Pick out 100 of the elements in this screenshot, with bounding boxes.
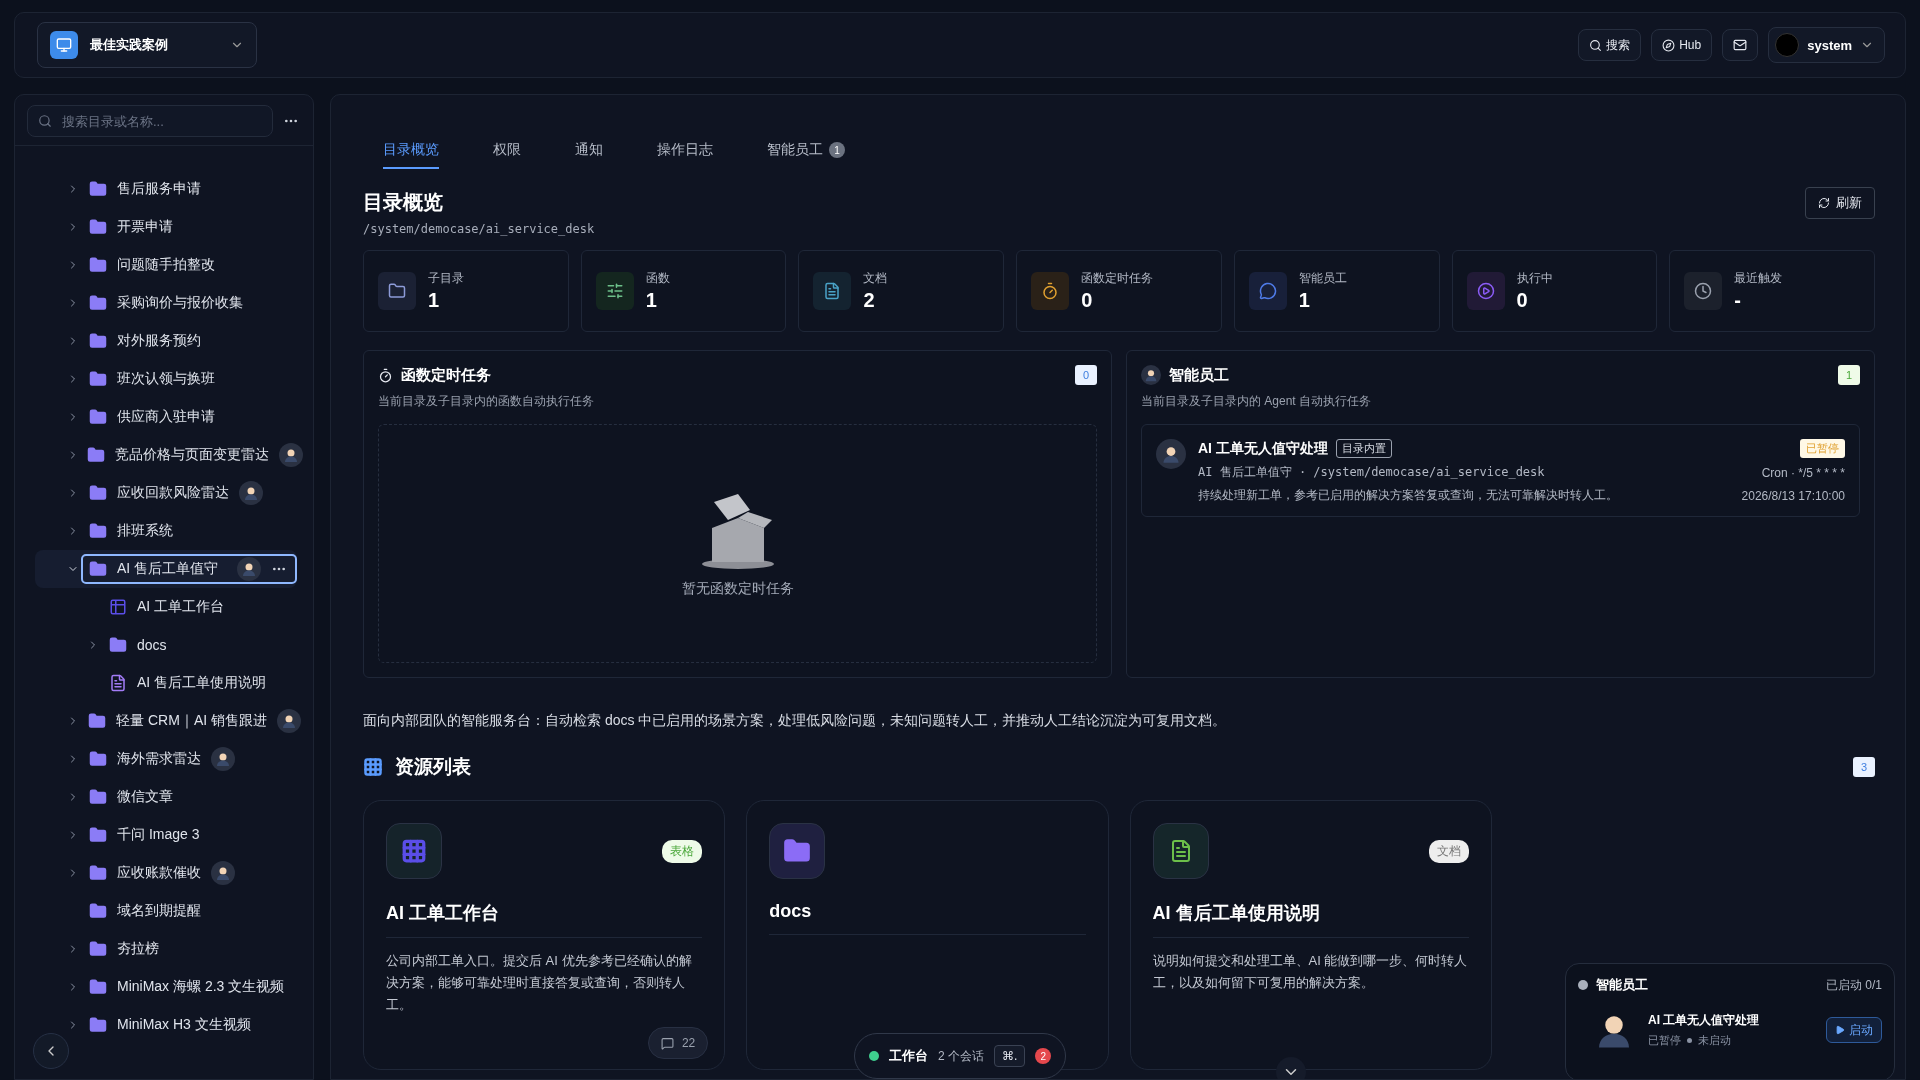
tree-item[interactable]: 售后服务申请: [81, 174, 211, 204]
workbench-dock[interactable]: 工作台 2 个会话 ⌘. 2: [854, 1033, 1067, 1079]
resource-card[interactable]: 表格 AI 工单工作台 公司内部工单入口。提交后 AI 优先参考已经确认的解决方案，能够可靠处理时直接答复或查询，否则转人工。 22: [363, 800, 726, 1070]
tree-row[interactable]: 海外需求雷达: [35, 740, 311, 778]
tree-item[interactable]: 域名到期提醒: [81, 896, 211, 926]
clock-icon: [1694, 282, 1713, 300]
tree-row[interactable]: 班次认领与换班: [35, 360, 311, 398]
count-badge: 0: [1075, 365, 1097, 385]
tree-row[interactable]: 应收回款风险雷达: [35, 474, 311, 512]
tree-row[interactable]: MiniMax H3 文生视频: [35, 1006, 311, 1044]
tab[interactable]: 智能员工 1: [767, 141, 845, 169]
selected-tree-row[interactable]: AI 售后工单值守: [35, 550, 297, 588]
cron-schedule: Cron · */5 * * * *: [1761, 465, 1845, 480]
tree-row[interactable]: 千问 Image 3: [35, 816, 311, 854]
collapse-button[interactable]: [33, 1033, 69, 1069]
status-dot: [869, 1051, 879, 1061]
tree-row[interactable]: 开票申请: [35, 208, 311, 246]
status-dot: [1687, 1038, 1692, 1043]
tree-row[interactable]: MiniMax 海螺 2.3 文生视频: [35, 968, 311, 1006]
start-button[interactable]: 启动: [1826, 1017, 1882, 1043]
folder-icon: [89, 560, 107, 578]
tree-item[interactable]: 夯拉榜: [81, 934, 169, 964]
play-icon: [1835, 1025, 1845, 1035]
tab[interactable]: 通知: [575, 141, 603, 169]
stat-label: 智能员工: [1298, 270, 1347, 287]
monitor-icon: [56, 37, 72, 53]
stat-value: 1: [428, 289, 441, 312]
tree-item[interactable]: 排班系统: [81, 516, 183, 546]
started-count: 已启动 0/1: [1826, 976, 1882, 994]
tree-row[interactable]: 供应商入驻申请: [35, 398, 311, 436]
mail-button[interactable]: [1722, 29, 1759, 61]
tree-item[interactable]: 问题随手拍整改: [81, 250, 225, 280]
tree-item[interactable]: 班次认领与换班: [81, 364, 225, 394]
tree-row[interactable]: 应收账款催收: [35, 854, 311, 892]
tree-item[interactable]: 千问 Image 3: [81, 820, 210, 850]
tree-row[interactable]: AI 工单工作台: [35, 588, 311, 626]
user-menu[interactable]: system: [1768, 27, 1885, 63]
tree-row[interactable]: 采购询价与报价收集: [35, 284, 311, 322]
tree-row[interactable]: 排班系统: [35, 512, 311, 550]
tree-item[interactable]: MiniMax 海螺 2.3 文生视频: [81, 972, 295, 1002]
tree-row[interactable]: 轻量 CRM｜AI 销售跟进: [35, 702, 311, 740]
tree-item[interactable]: 开票申请: [81, 212, 183, 242]
tree-row[interactable]: 微信文章: [35, 778, 311, 816]
stat-label: 最近触发: [1734, 270, 1783, 287]
workspace-selector[interactable]: 最佳实践案例: [37, 22, 257, 68]
tab[interactable]: 权限: [493, 141, 521, 169]
tree-item[interactable]: 对外服务预约: [81, 326, 211, 356]
agent-status: 已暂停: [1648, 1033, 1681, 1048]
tree-row[interactable]: 域名到期提醒: [35, 892, 311, 930]
tree-row[interactable]: 售后服务申请: [35, 170, 311, 208]
agent-card[interactable]: AI 工单无人值守处理 目录内置 已暂停 AI 售后工单值守 · /system/democase/ai_service_desk Cron · */5 * * * * 持续处理新工单，参考已启用的解决方案答复或查询，无法可靠解决时转人工。 2026/8/13 17:10:00: [1141, 424, 1860, 517]
tab[interactable]: 目录概览: [383, 141, 439, 169]
tab[interactable]: 操作日志: [657, 141, 713, 169]
tree-item[interactable]: 应收账款催收: [81, 858, 245, 888]
page-title: 目录概览: [363, 190, 444, 215]
stat-value: 1: [645, 289, 658, 312]
tree-item[interactable]: 应收回款风险雷达: [81, 478, 273, 508]
refresh-button[interactable]: 刷新: [1805, 187, 1875, 219]
search-bar[interactable]: 搜索目录或名称...: [27, 105, 273, 137]
tree-item[interactable]: AI 售后工单使用说明: [101, 668, 277, 698]
stat-value: 0: [1516, 289, 1529, 312]
tree-item[interactable]: AI 售后工单值守: [81, 554, 297, 584]
avatar-icon: [1775, 33, 1800, 57]
tree-item[interactable]: docs: [101, 630, 177, 660]
folder-icon: [89, 902, 107, 920]
tree-row[interactable]: 对外服务预约: [35, 322, 311, 360]
search-icon: [1589, 38, 1603, 52]
folder-icon: [89, 332, 107, 350]
resource-name: AI 工单工作台: [386, 901, 703, 938]
stat-label: 文档: [863, 270, 888, 287]
status-badge: 已暂停: [1800, 439, 1845, 458]
tree-row[interactable]: 问题随手拍整改: [35, 246, 311, 284]
resource-description: 公司内部工单入口。提交后 AI 优先参考已经确认的解决方案，能够可靠处理时直接答复或查询，否则转人工。: [386, 952, 693, 1014]
search-field[interactable]: 搜索目录或名称...: [60, 112, 262, 130]
hub-button[interactable]: Hub: [1651, 29, 1713, 61]
search-button[interactable]: 搜索: [1578, 29, 1642, 61]
folder-icon: [89, 750, 107, 768]
tree-item[interactable]: 海外需求雷达: [81, 744, 245, 774]
tree-row[interactable]: AI 售后工单使用说明: [35, 664, 311, 702]
folder-icon: [89, 408, 107, 426]
tree-row[interactable]: 竞品价格与页面变更雷达: [35, 436, 311, 474]
tree-item[interactable]: AI 工单工作台: [101, 592, 235, 622]
comment-count[interactable]: 22: [647, 1027, 709, 1059]
tree-item[interactable]: 采购询价与报价收集: [81, 288, 253, 318]
tree-item[interactable]: 轻量 CRM｜AI 销售跟进: [80, 706, 311, 736]
stat-label: 函数: [645, 270, 670, 287]
tree-item[interactable]: 供应商入驻申请: [81, 402, 225, 432]
stat-value: 0: [1081, 289, 1094, 312]
tree-item[interactable]: 竞品价格与页面变更雷达: [79, 440, 313, 470]
tree-item[interactable]: MiniMax H3 文生视频: [81, 1010, 261, 1040]
panel-title: 智能员工: [1169, 365, 1230, 385]
grid-icon: [363, 757, 383, 777]
tree-item[interactable]: 微信文章: [81, 782, 183, 812]
tree-row[interactable]: 夯拉榜: [35, 930, 311, 968]
play-icon: [1476, 282, 1495, 300]
table-icon: [109, 598, 127, 616]
agent-name: AI 工单无人值守处理: [1198, 439, 1328, 458]
chat-icon: [1258, 282, 1277, 300]
tree-row[interactable]: docs: [35, 626, 311, 664]
resource-card[interactable]: 文档 AI 售后工单使用说明 说明如何提交和处理工单、AI 能做到哪一步、何时转人工，以及如何留下可复用的解决方案。: [1129, 800, 1492, 1070]
